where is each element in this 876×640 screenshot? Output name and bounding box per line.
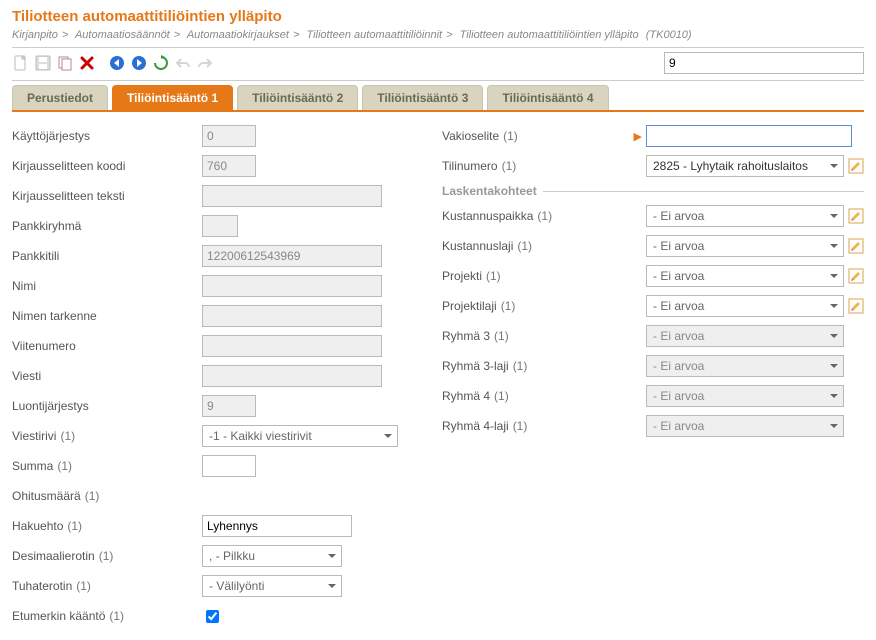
- label-nimi: Nimi: [12, 279, 202, 293]
- tab-perustiedot[interactable]: Perustiedot: [12, 85, 108, 110]
- input-kayttojarjestys: [202, 125, 256, 147]
- label-tuhaterotin: Tuhaterotin(1): [12, 579, 202, 593]
- label-nimen-tarkenne: Nimen tarkenne: [12, 309, 202, 323]
- label-viestirivi: Viestirivi(1): [12, 429, 202, 443]
- label-kirjausselitteen-koodi: Kirjausselitteen koodi: [12, 159, 202, 173]
- fieldset-legend-laskentakohteet: Laskentakohteet: [442, 184, 864, 198]
- label-kustannuslaji: Kustannuslaji(1): [442, 239, 632, 253]
- label-ohitusmaara: Ohitusmäärä(1): [12, 489, 202, 503]
- select-projektilaji[interactable]: - Ei arvoa: [646, 295, 844, 317]
- tab-rule-1[interactable]: Tiliöintisääntö 1: [112, 85, 233, 110]
- select-ryhma4laji: - Ei arvoa: [646, 415, 844, 437]
- label-kayttojarjestys: Käyttöjärjestys: [12, 129, 202, 143]
- input-viitenumero: [202, 335, 382, 357]
- label-pankkitili: Pankkitili: [12, 249, 202, 263]
- select-kustannuspaikka[interactable]: - Ei arvoa: [646, 205, 844, 227]
- select-kustannuslaji[interactable]: - Ei arvoa: [646, 235, 844, 257]
- label-vakioselite: Vakioselite(1): [442, 129, 632, 143]
- input-viesti: [202, 365, 382, 387]
- label-projektilaji: Projektilaji(1): [442, 299, 632, 313]
- select-desimaalierotin[interactable]: , - Pilkku: [202, 545, 342, 567]
- label-ryhma3laji: Ryhmä 3-laji(1): [442, 359, 632, 373]
- tab-bar: Perustiedot Tiliöintisääntö 1 Tiliöintis…: [12, 85, 864, 112]
- save-icon[interactable]: [34, 54, 52, 72]
- edit-icon[interactable]: [848, 238, 864, 254]
- select-tuhaterotin[interactable]: - Välilyönti: [202, 575, 342, 597]
- search-input[interactable]: [664, 52, 864, 74]
- input-nimi: [202, 275, 382, 297]
- select-ryhma4: - Ei arvoa: [646, 385, 844, 407]
- tab-rule-3[interactable]: Tiliöintisääntö 3: [362, 85, 483, 110]
- label-desimaalierotin: Desimaalierotin(1): [12, 549, 202, 563]
- label-viitenumero: Viitenumero: [12, 339, 202, 353]
- checkbox-etumerkin-kaanto[interactable]: [206, 610, 219, 623]
- input-luontijarjestys: [202, 395, 256, 417]
- input-vakioselite[interactable]: [646, 125, 852, 147]
- undo-icon[interactable]: [174, 54, 192, 72]
- form-left-column: Käyttöjärjestys Kirjausselitteen koodi K…: [12, 122, 432, 632]
- label-tilinumero: Tilinumero(1): [442, 159, 632, 173]
- label-luontijarjestys: Luontijärjestys: [12, 399, 202, 413]
- refresh-icon[interactable]: [152, 54, 170, 72]
- input-kirjausselitteen-koodi: [202, 155, 256, 177]
- indicator-arrow-icon: ▶: [632, 130, 642, 143]
- breadcrumb: Kirjanpito> Automaatiosäännöt> Automaati…: [12, 29, 864, 41]
- select-ryhma3: - Ei arvoa: [646, 325, 844, 347]
- edit-icon[interactable]: [848, 298, 864, 314]
- input-summa[interactable]: [202, 455, 256, 477]
- copy-icon[interactable]: [56, 54, 74, 72]
- input-nimen-tarkenne: [202, 305, 382, 327]
- toolbar: [12, 52, 864, 74]
- divider-toolbar: [12, 80, 864, 81]
- new-icon[interactable]: [12, 54, 30, 72]
- tab-rule-4[interactable]: Tiliöintisääntö 4: [487, 85, 608, 110]
- select-projekti[interactable]: - Ei arvoa: [646, 265, 844, 287]
- input-pankkitili: [202, 245, 382, 267]
- label-ryhma3: Ryhmä 3(1): [442, 329, 632, 343]
- label-etumerkin-kaanto: Etumerkin kääntö(1): [12, 609, 202, 623]
- back-icon[interactable]: [108, 54, 126, 72]
- label-viesti: Viesti: [12, 369, 202, 383]
- form-right-column: Vakioselite(1) ▶ Tilinumero(1) 2825 - Ly…: [442, 122, 864, 632]
- select-ryhma3laji: - Ei arvoa: [646, 355, 844, 377]
- input-pankkiryhma: [202, 215, 238, 237]
- edit-icon[interactable]: [848, 268, 864, 284]
- label-kustannuspaikka: Kustannuspaikka(1): [442, 209, 632, 223]
- forward-icon[interactable]: [130, 54, 148, 72]
- redo-icon[interactable]: [196, 54, 214, 72]
- label-projekti: Projekti(1): [442, 269, 632, 283]
- label-pankkiryhma: Pankkiryhmä: [12, 219, 202, 233]
- label-ryhma4laji: Ryhmä 4-laji(1): [442, 419, 632, 433]
- delete-icon[interactable]: [78, 54, 96, 72]
- input-hakuehto[interactable]: [202, 515, 352, 537]
- label-ryhma4: Ryhmä 4(1): [442, 389, 632, 403]
- page-title: Tiliotteen automaattitiliöintien ylläpit…: [12, 8, 864, 25]
- divider-top: [12, 47, 864, 48]
- label-summa: Summa(1): [12, 459, 202, 473]
- edit-icon[interactable]: [848, 208, 864, 224]
- select-tilinumero[interactable]: 2825 - Lyhytaik rahoituslaitos: [646, 155, 844, 177]
- label-hakuehto: Hakuehto(1): [12, 519, 202, 533]
- edit-icon[interactable]: [848, 158, 864, 174]
- input-kirjausselitteen-teksti: [202, 185, 382, 207]
- select-viestirivi[interactable]: -1 - Kaikki viestirivit: [202, 425, 398, 447]
- label-kirjausselitteen-teksti: Kirjausselitteen teksti: [12, 189, 202, 203]
- tab-rule-2[interactable]: Tiliöintisääntö 2: [237, 85, 358, 110]
